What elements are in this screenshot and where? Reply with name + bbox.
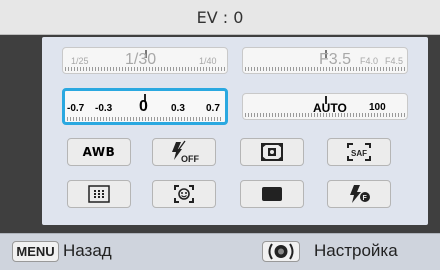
ev-value-minus-0-7: -0.7 bbox=[67, 103, 85, 114]
dial-button[interactable] bbox=[262, 241, 300, 262]
smart-af-button[interactable]: SAF bbox=[327, 138, 391, 166]
settings-label[interactable]: Настройка bbox=[314, 240, 398, 262]
aperture-scale[interactable]: F3.5 F4.0 F4.5 bbox=[242, 47, 408, 74]
ev-value-minus-0-3: -0.3 bbox=[95, 103, 113, 114]
iso-next-value: 100 bbox=[369, 102, 386, 113]
shutter-right-value: 1/40 bbox=[199, 56, 217, 66]
flash-off-button[interactable]: OFF bbox=[152, 138, 216, 166]
iso-scale[interactable]: AUTO 100 bbox=[242, 93, 408, 120]
dial-icon bbox=[268, 243, 294, 260]
ev-value-0-7: 0.7 bbox=[206, 103, 220, 114]
metering-button[interactable] bbox=[240, 138, 304, 166]
scale-ticks bbox=[67, 117, 223, 121]
camera-screen: EV : 0 1/25 1/30 1/40 F3.5 F4.0 F4.5 -0.… bbox=[0, 0, 440, 270]
scale-ticks bbox=[245, 113, 405, 117]
aspect-ratio-icon bbox=[262, 187, 282, 201]
face-detection-icon bbox=[174, 185, 194, 203]
smart-af-label: SAF bbox=[351, 149, 367, 158]
smart-af-icon: SAF bbox=[347, 143, 371, 161]
shutter-left-value: 1/25 bbox=[71, 56, 89, 66]
shutter-speed-scale[interactable]: 1/25 1/30 1/40 bbox=[62, 47, 228, 74]
awb-label: AWB bbox=[82, 145, 116, 159]
photo-size-button[interactable] bbox=[240, 180, 304, 208]
grid-focus-button[interactable] bbox=[67, 180, 131, 208]
menu-button-label: MENU bbox=[16, 244, 55, 259]
face-detection-button[interactable] bbox=[152, 180, 216, 208]
menu-button[interactable]: MENU bbox=[12, 241, 59, 262]
aperture-next-value: F4.0 bbox=[360, 56, 379, 66]
flash-off-icon: OFF bbox=[172, 140, 199, 164]
back-label[interactable]: Назад bbox=[63, 240, 112, 262]
ev-value-zero: 0 bbox=[139, 98, 148, 115]
ev-title: EV : 0 bbox=[196, 7, 244, 27]
ev-value-0-3: 0.3 bbox=[171, 103, 185, 114]
grid-icon bbox=[88, 185, 110, 203]
header-bar: EV : 0 bbox=[0, 0, 440, 35]
scale-ticks bbox=[245, 67, 405, 71]
flash-fill-in-icon: F bbox=[350, 185, 370, 203]
metering-icon bbox=[261, 143, 283, 161]
flash-off-label: OFF bbox=[181, 154, 199, 164]
white-balance-button[interactable]: AWB bbox=[67, 138, 131, 166]
flash-mode-button[interactable]: F bbox=[327, 180, 391, 208]
aperture-next2-value: F4.5 bbox=[385, 56, 404, 66]
ev-scale[interactable]: -0.7 -0.3 0 0.3 0.7 bbox=[62, 88, 228, 125]
scale-ticks bbox=[65, 67, 225, 71]
svg-text:F: F bbox=[363, 195, 368, 202]
